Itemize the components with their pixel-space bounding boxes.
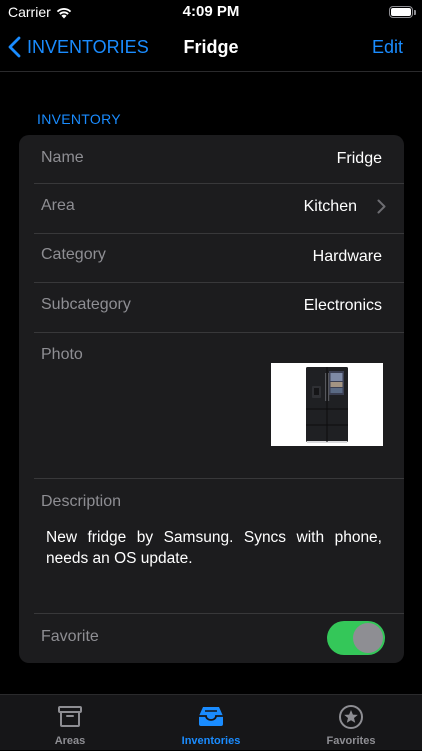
navigation-bar: INVENTORIES Fridge Edit (0, 26, 422, 72)
category-label: Category (41, 246, 106, 263)
name-row: Name Fridge (34, 135, 404, 184)
star-circle-icon (339, 705, 363, 729)
category-row: Category Hardware (34, 233, 404, 283)
status-bar: Carrier 4:09 PM (0, 0, 422, 26)
toggle-knob (353, 623, 383, 653)
area-value: Kitchen (303, 198, 357, 215)
favorite-toggle[interactable] (327, 621, 385, 655)
favorite-label: Favorite (41, 628, 99, 645)
photo-row: Photo (34, 332, 404, 479)
tab-favorites[interactable]: Favorites (281, 695, 421, 751)
fridge-photo[interactable] (271, 363, 383, 446)
tab-inventories-label: Inventories (181, 735, 241, 747)
tab-bar: Areas Inventories Favorites (0, 694, 422, 750)
favorite-row: Favorite (34, 613, 404, 663)
description-row: Description New fridge by Samsung. Syncs… (34, 478, 404, 614)
section-header-inventory: INVENTORY (37, 111, 121, 127)
tab-inventories[interactable]: Inventories (141, 695, 281, 751)
photo-label: Photo (41, 346, 83, 363)
tab-areas[interactable]: Areas (0, 695, 140, 751)
area-label: Area (41, 197, 75, 214)
subcategory-label: Subcategory (41, 296, 131, 313)
fridge-image (271, 363, 383, 446)
edit-button[interactable]: Edit (372, 37, 403, 58)
chevron-right-icon (377, 199, 386, 214)
page-title: Fridge (183, 37, 239, 57)
name-label: Name (41, 149, 84, 166)
name-value: Fridge (336, 150, 382, 167)
inventory-detail-card: Name Fridge Area Kitchen Category Hardwa… (19, 135, 404, 663)
subcategory-row: Subcategory Electronics (34, 282, 404, 333)
battery-icon (389, 6, 416, 18)
tray-icon (199, 707, 223, 726)
description-label: Description (41, 493, 122, 510)
status-time: 4:09 PM (182, 3, 240, 20)
category-value: Hardware (312, 248, 382, 265)
description-text: New fridge by Samsung. Syncs with phone,… (46, 529, 382, 567)
area-row[interactable]: Area Kitchen (34, 183, 404, 234)
tab-favorites-label: Favorites (326, 735, 376, 747)
archive-box-icon (58, 706, 82, 727)
tab-areas-label: Areas (54, 735, 86, 747)
subcategory-value: Electronics (303, 297, 382, 314)
